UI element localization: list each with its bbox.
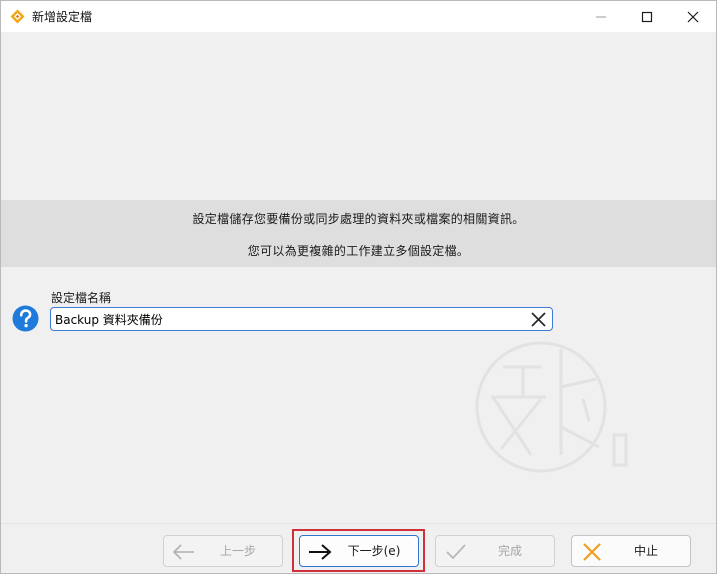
back-button-label: 上一步 [219, 544, 256, 558]
maximize-icon [641, 11, 653, 22]
maximize-button[interactable] [624, 1, 670, 32]
info-banner-text-2: 您可以為更複雜的工作建立多個設定檔。 [247, 244, 470, 258]
close-button[interactable] [670, 1, 716, 32]
finish-button-label: 完成 [497, 544, 522, 558]
new-profile-dialog: 新增設定檔 設定檔儲存您要備份或同步處理的資料夾或檔案的相關資訊。 您可以為更複… [0, 0, 717, 574]
footer-divider [1, 523, 716, 524]
minimize-button[interactable] [578, 1, 624, 32]
cancel-button[interactable]: 中止 [571, 535, 691, 567]
profile-name-input[interactable] [55, 310, 515, 328]
clear-x-icon[interactable] [530, 311, 547, 328]
question-mark-icon[interactable] [12, 305, 39, 332]
info-banner: 設定檔儲存您要備份或同步處理的資料夾或檔案的相關資訊。 您可以為更複雜的工作建立… [1, 200, 716, 267]
minimize-icon [596, 16, 606, 17]
arrow-left-icon [172, 544, 194, 560]
watermark-seal [475, 341, 628, 473]
finish-button[interactable]: 完成 [435, 535, 555, 567]
profile-name-label: 設定檔名稱 [51, 291, 112, 305]
checkmark-icon [446, 544, 466, 560]
next-button-highlight [292, 529, 425, 572]
window-title: 新增設定檔 [32, 10, 93, 24]
info-banner-text-1: 設定檔儲存您要備份或同步處理的資料夾或檔案的相關資訊。 [192, 212, 525, 226]
cancel-button-label: 中止 [633, 544, 658, 558]
cross-icon [583, 543, 601, 561]
title-bar: 新增設定檔 [1, 1, 716, 32]
profile-name-field [50, 307, 553, 331]
back-button[interactable]: 上一步 [163, 535, 283, 567]
app-logo-icon [10, 9, 25, 24]
close-icon [687, 11, 699, 22]
